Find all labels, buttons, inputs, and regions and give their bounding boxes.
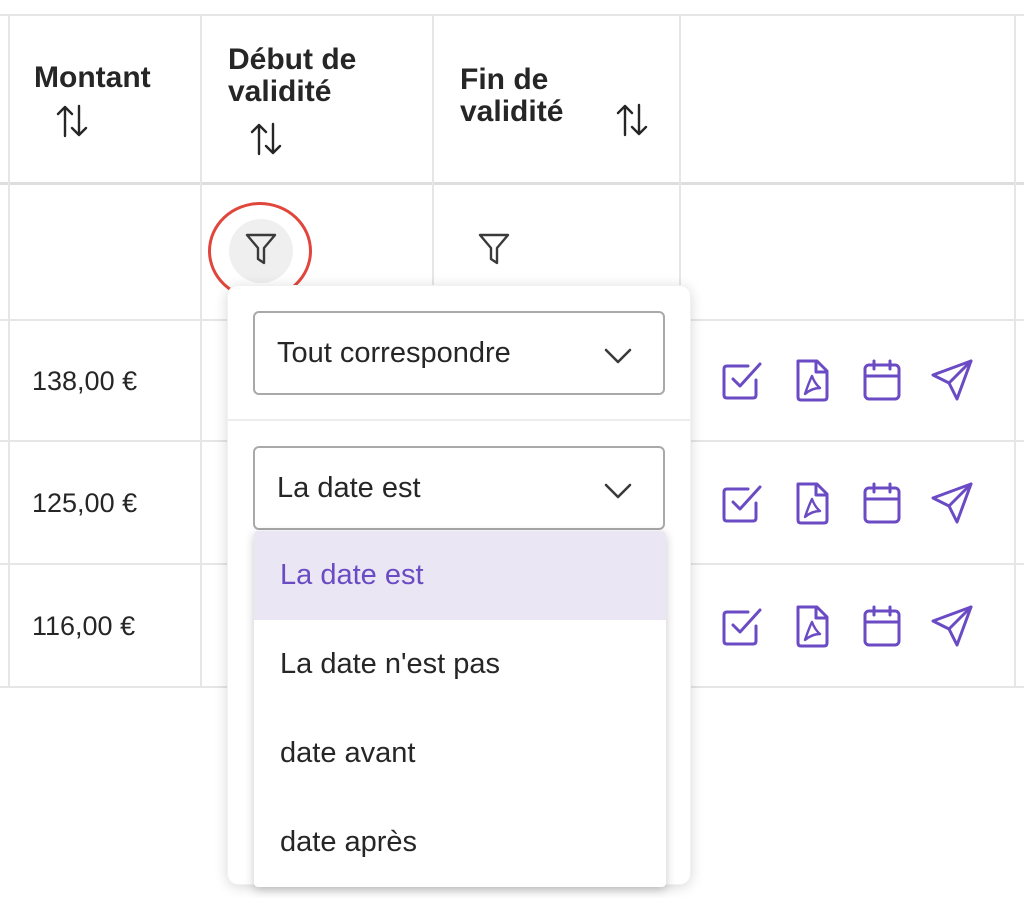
option-date-before[interactable]: date avant <box>254 709 666 798</box>
match-mode-value: Tout correspondre <box>277 336 511 369</box>
option-date-is-not[interactable]: La date n'est pas <box>254 620 666 709</box>
row-actions <box>718 356 998 404</box>
pdf-file-icon[interactable] <box>788 356 836 404</box>
column-header-label: Montant <box>34 61 151 94</box>
column-header-montant[interactable]: Montant <box>34 62 151 94</box>
grid-line-top <box>0 14 1024 16</box>
pdf-file-icon[interactable] <box>788 602 836 650</box>
table-row-amount: 138,00 € <box>32 366 138 396</box>
pdf-file-icon[interactable] <box>788 479 836 527</box>
checkbox-icon[interactable] <box>718 356 766 404</box>
calendar-icon[interactable] <box>858 602 906 650</box>
send-icon[interactable] <box>928 356 976 404</box>
calendar-icon[interactable] <box>858 356 906 404</box>
chevron-down-icon <box>603 476 633 509</box>
row-actions <box>718 602 998 650</box>
send-icon[interactable] <box>928 479 976 527</box>
grid-line-header-bottom <box>0 182 1024 185</box>
panel-divider <box>228 419 690 421</box>
option-date-is[interactable]: La date est <box>254 531 666 620</box>
match-mode-select[interactable]: Tout correspondre <box>253 311 665 395</box>
table-row-amount: 116,00 € <box>32 611 136 641</box>
date-rule-options-menu: La date est La date n'est pas date avant… <box>254 531 666 887</box>
filter-button-fin-validite[interactable] <box>462 219 526 283</box>
sort-arrows-icon[interactable] <box>614 102 650 138</box>
grid-col-line-5 <box>1014 14 1016 688</box>
checkbox-icon[interactable] <box>718 602 766 650</box>
column-header-label-line2: validité <box>460 95 564 128</box>
date-rule-select[interactable]: La date est <box>253 446 665 530</box>
sort-arrows-icon[interactable] <box>54 103 90 139</box>
sort-arrows-icon[interactable] <box>248 121 284 157</box>
calendar-icon[interactable] <box>858 479 906 527</box>
date-rule-value: La date est <box>277 471 421 504</box>
funnel-icon <box>245 232 277 271</box>
grid-col-line-2 <box>200 14 202 688</box>
column-header-fin-validite[interactable]: Fin de validité <box>460 64 563 128</box>
send-icon[interactable] <box>928 602 976 650</box>
funnel-icon <box>478 232 510 271</box>
table-row-amount: 125,00 € <box>32 488 138 518</box>
column-header-label-line2: validité <box>228 75 332 108</box>
row-actions <box>718 479 998 527</box>
checkbox-icon[interactable] <box>718 479 766 527</box>
column-header-debut-validite[interactable]: Début de validité <box>228 44 356 108</box>
chevron-down-icon <box>603 341 633 374</box>
filter-button-debut-validite[interactable] <box>229 219 293 283</box>
column-header-label-line1: Début de <box>228 43 357 76</box>
grid-col-line-1 <box>8 14 10 688</box>
column-header-label-line1: Fin de <box>460 63 549 96</box>
option-date-after[interactable]: date après <box>254 798 666 887</box>
